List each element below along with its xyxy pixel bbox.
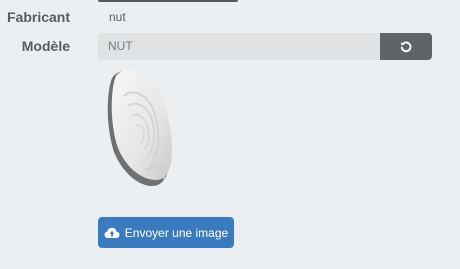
manufacturer-label: Fabricant — [6, 9, 70, 25]
refresh-icon — [400, 41, 412, 52]
device-properties-panel: Fabricant nut Modèle NUT Envoyer une ima… — [0, 0, 460, 269]
top-edge-bar — [98, 0, 238, 2]
model-field[interactable]: NUT — [98, 33, 380, 60]
device-image — [107, 69, 172, 186]
reset-model-button[interactable] — [380, 33, 432, 60]
manufacturer-value: nut — [109, 10, 126, 24]
model-label: Modèle — [21, 38, 70, 54]
upload-button-label: Envoyer une image — [124, 225, 229, 240]
upload-image-button[interactable]: Envoyer une image — [98, 217, 234, 248]
cloud-upload-icon — [104, 227, 120, 238]
